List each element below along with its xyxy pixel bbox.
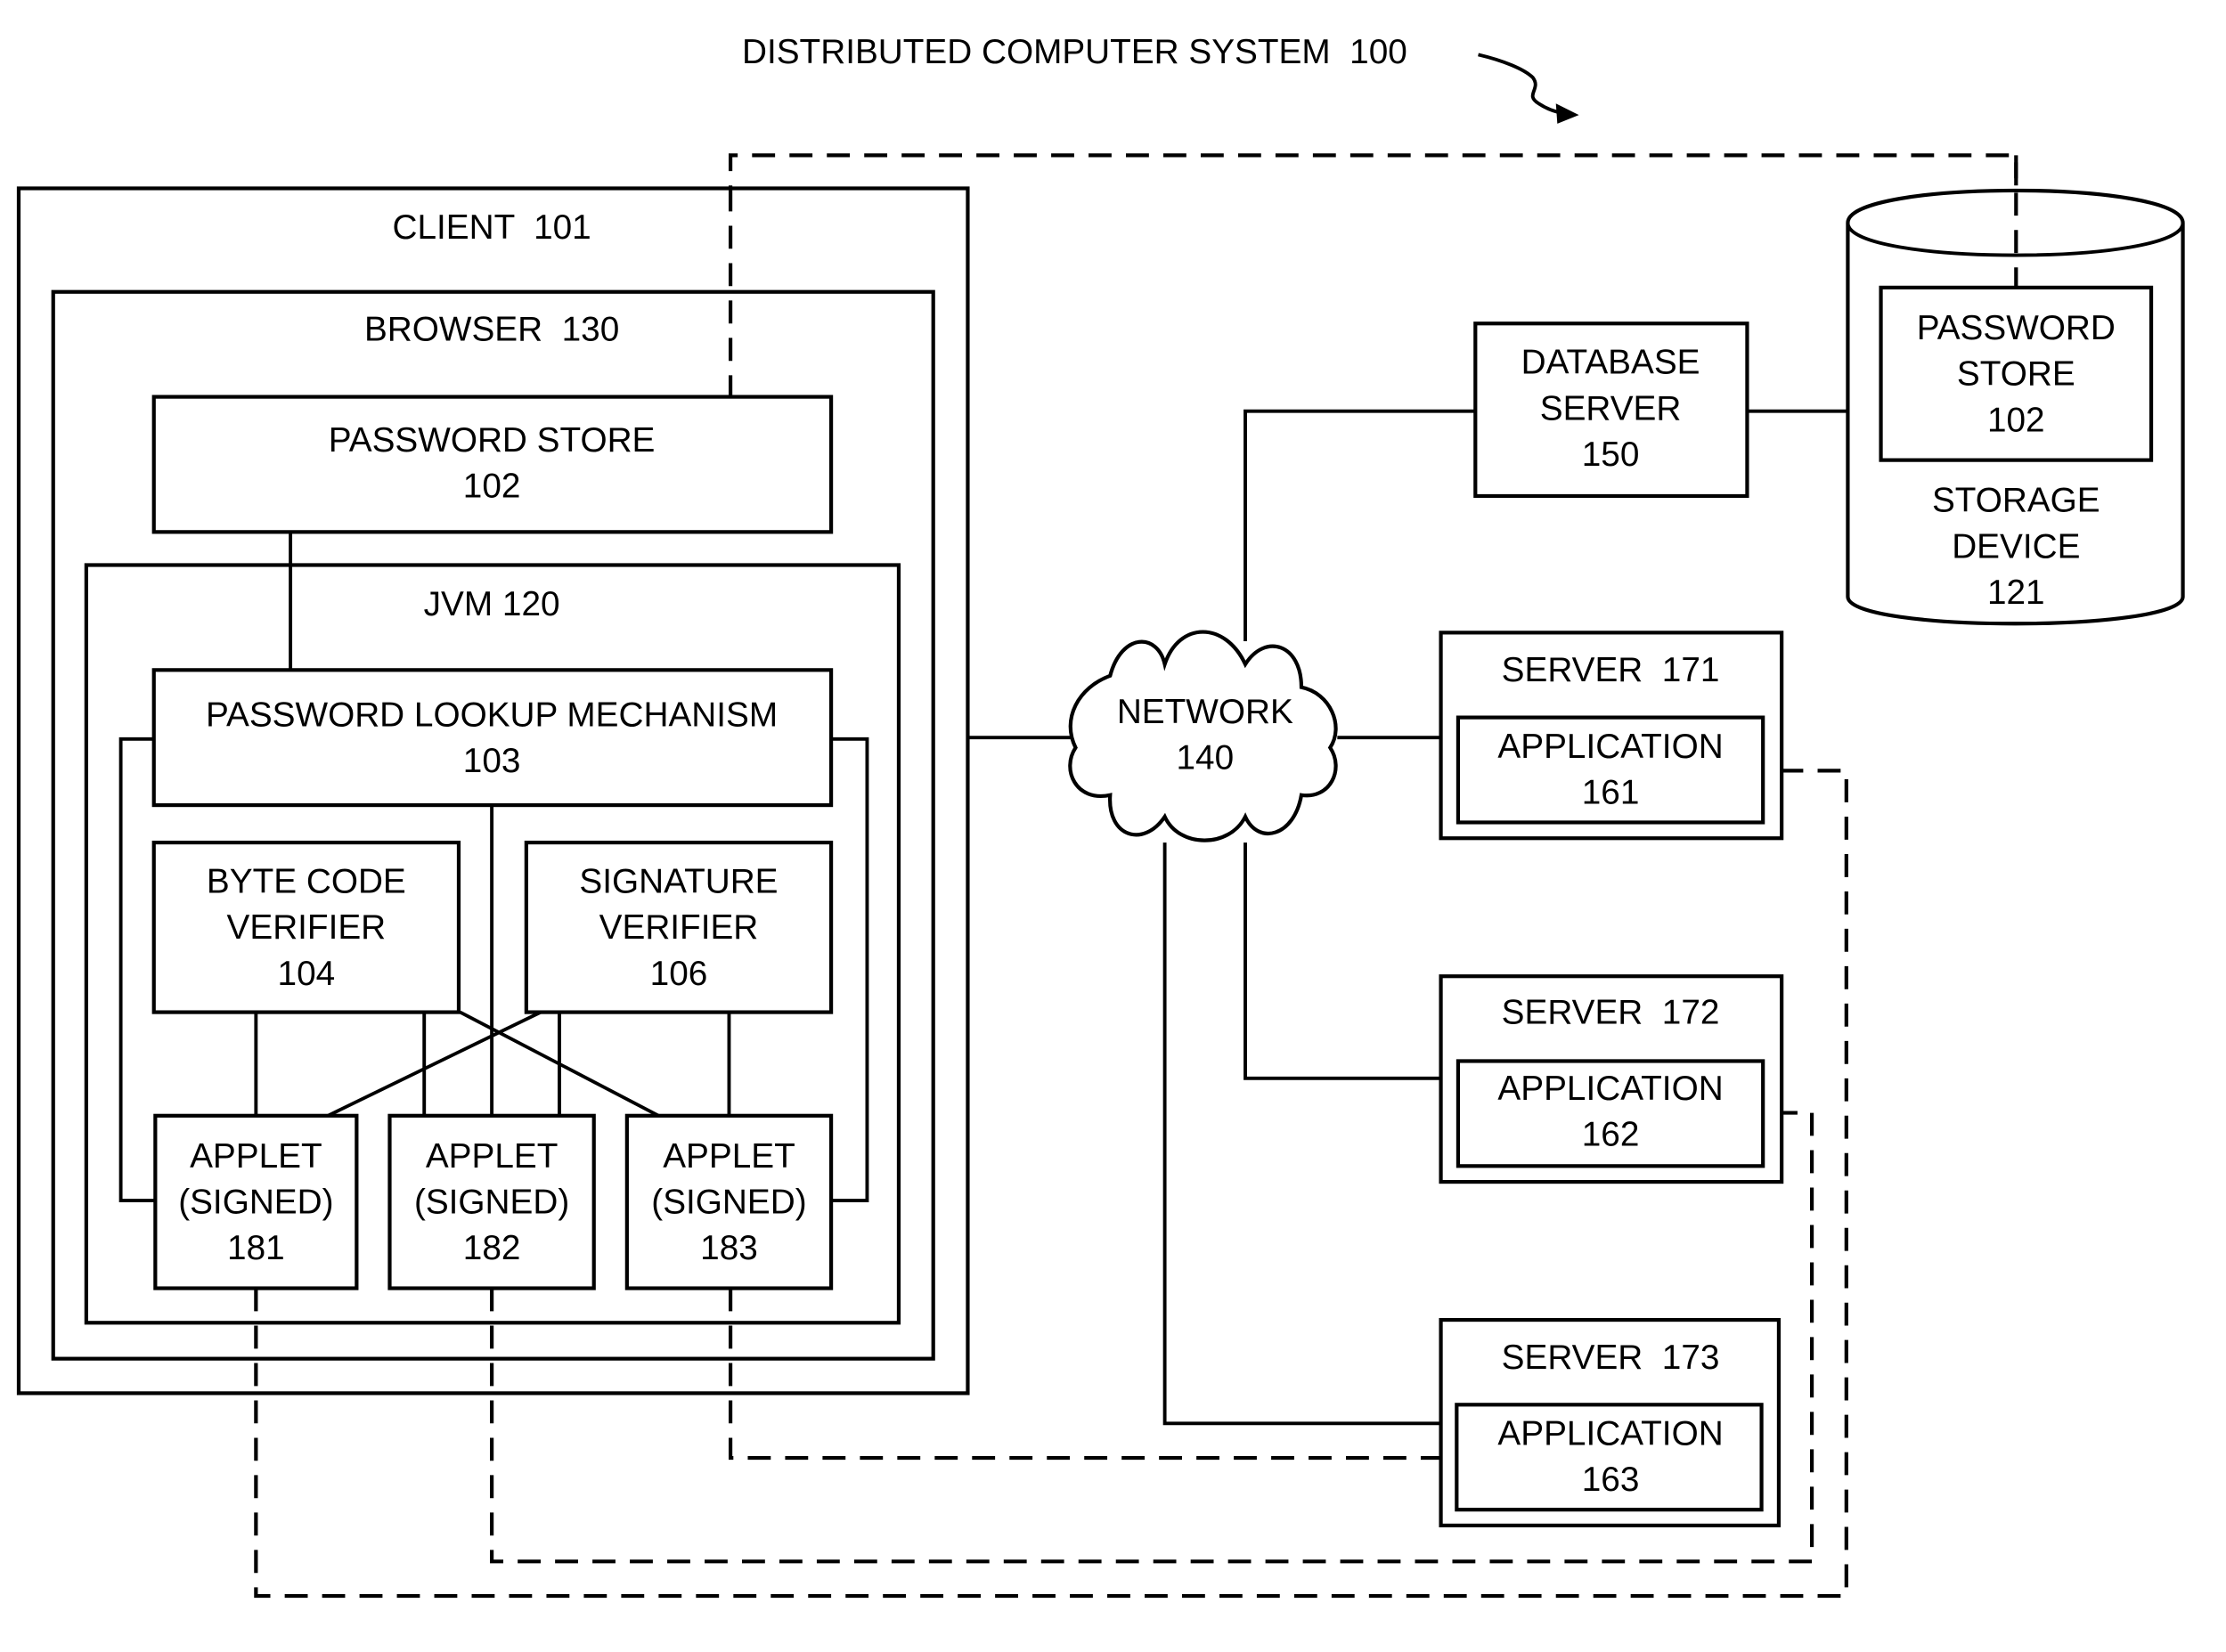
app-162-line2: 162 bbox=[1582, 1116, 1640, 1154]
storage-store-line3: 102 bbox=[1987, 401, 2045, 439]
app-163-line1: APPLICATION bbox=[1497, 1415, 1723, 1453]
network-to-server-173-connector bbox=[1162, 842, 1441, 1426]
database-server-150[interactable]: DATABASE SERVER 150 bbox=[1473, 321, 1749, 499]
storage-line2: DEVICE bbox=[1952, 527, 2080, 566]
client-label: CLIENT 101 bbox=[393, 208, 591, 247]
applet-182-line2: (SIGNED) bbox=[414, 1184, 569, 1222]
db-server-line1: DATABASE bbox=[1521, 344, 1700, 382]
network-line2: 140 bbox=[1176, 739, 1234, 777]
app-162-line1: APPLICATION bbox=[1497, 1070, 1723, 1108]
storage-store-line1: PASSWORD bbox=[1917, 309, 2116, 347]
db-server-line2: SERVER bbox=[1540, 389, 1682, 427]
lookup-title: PASSWORD LOOKUP MECHANISM bbox=[206, 696, 778, 734]
applet-182[interactable]: APPLET (SIGNED) 182 bbox=[387, 1113, 596, 1290]
server-171[interactable]: SERVER 171 APPLICATION 161 bbox=[1439, 631, 1784, 841]
signature-line3: 106 bbox=[650, 955, 708, 993]
storage-device-121[interactable]: PASSWORD STORE 102 STORAGE DEVICE 121 bbox=[1846, 155, 2185, 626]
applet-181[interactable]: APPLET (SIGNED) 181 bbox=[153, 1113, 359, 1290]
applet-181-line3: 181 bbox=[227, 1229, 285, 1267]
applet-183-line1: APPLET bbox=[663, 1137, 795, 1176]
server-173-label: SERVER 173 bbox=[1502, 1339, 1720, 1377]
diagram-title: DISTRIBUTED COMPUTER SYSTEM 100 bbox=[742, 33, 1407, 71]
server-172-label: SERVER 172 bbox=[1502, 993, 1720, 1031]
app-161-line1: APPLICATION bbox=[1497, 728, 1723, 766]
lookup-number: 103 bbox=[463, 742, 521, 780]
bytecode-line3: 104 bbox=[278, 955, 336, 993]
storage-store-line2: STORE bbox=[1957, 355, 2075, 394]
jvm-label: JVM 120 bbox=[424, 585, 560, 623]
title-arrowhead bbox=[1555, 103, 1579, 124]
browser-label: BROWSER 130 bbox=[364, 311, 619, 349]
applet-181-line2: (SIGNED) bbox=[178, 1184, 333, 1222]
app-163-line2: 163 bbox=[1582, 1461, 1640, 1499]
applet-182-line3: 182 bbox=[463, 1229, 521, 1267]
applet-183-line3: 183 bbox=[700, 1229, 758, 1267]
applet-181-line1: APPLET bbox=[190, 1137, 322, 1176]
storage-line1: STORAGE bbox=[1932, 482, 2100, 520]
bytecode-line1: BYTE CODE bbox=[207, 863, 406, 901]
network-to-server-172-connector bbox=[1243, 842, 1441, 1080]
password-store-client-number: 102 bbox=[463, 468, 521, 506]
app-161-line2: 161 bbox=[1582, 773, 1640, 811]
password-lookup-mechanism[interactable] bbox=[151, 668, 834, 808]
db-server-line3: 150 bbox=[1582, 435, 1640, 474]
password-store-client-title: PASSWORD STORE bbox=[329, 421, 656, 460]
server-172[interactable]: SERVER 172 APPLICATION 162 bbox=[1439, 974, 1784, 1184]
signature-line2: VERIFIER bbox=[599, 908, 759, 947]
bytecode-line2: VERIFIER bbox=[227, 908, 387, 947]
applet-182-line1: APPLET bbox=[426, 1137, 559, 1176]
title-pointer-arrow bbox=[1478, 53, 1565, 116]
network-to-db-server-connector bbox=[1243, 409, 1476, 642]
applet-183-line2: (SIGNED) bbox=[651, 1184, 806, 1222]
server-173[interactable]: SERVER 173 APPLICATION 163 bbox=[1439, 1317, 1782, 1528]
network-line1: NETWORK bbox=[1117, 693, 1293, 731]
password-store-client[interactable] bbox=[151, 395, 834, 534]
signature-line1: SIGNATURE bbox=[579, 863, 778, 901]
applet-183[interactable]: APPLET (SIGNED) 183 bbox=[624, 1113, 834, 1290]
distributed-system-diagram: DISTRIBUTED COMPUTER SYSTEM 100 CLIENT 1… bbox=[16, 33, 2185, 1599]
storage-line3: 121 bbox=[1987, 574, 2045, 612]
cloud-icon bbox=[1068, 630, 1338, 842]
server-171-label: SERVER 171 bbox=[1502, 651, 1720, 689]
network-cloud[interactable]: NETWORK 140 bbox=[1068, 630, 1338, 842]
